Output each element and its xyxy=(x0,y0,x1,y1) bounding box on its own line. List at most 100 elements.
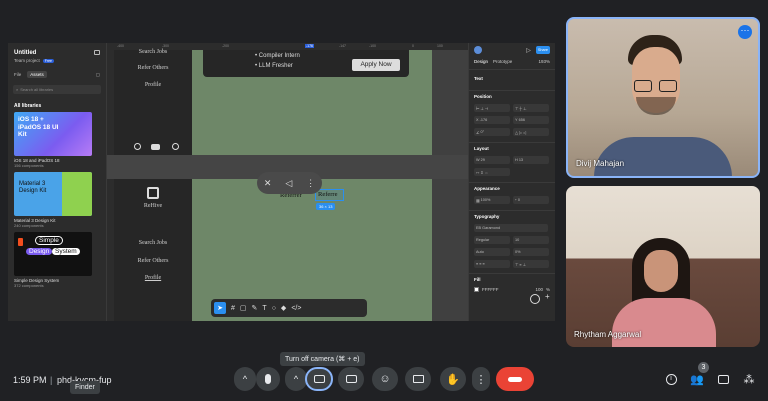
align-left-icon[interactable]: ⊢ ⊥ ⊣ xyxy=(474,104,510,112)
letter-spacing-field[interactable]: 0% xyxy=(513,248,549,256)
mic-button[interactable] xyxy=(256,367,280,391)
dev-mode-icon[interactable]: </> xyxy=(291,305,301,312)
corner-radius-field[interactable]: ⌜ 0 xyxy=(513,196,549,204)
present-button[interactable] xyxy=(405,367,431,391)
referee-label: Referre xyxy=(318,191,338,198)
present-screen-icon xyxy=(412,375,424,383)
mic-off-icon[interactable]: ✕ xyxy=(264,178,272,189)
meeting-time: 1:59 PM xyxy=(13,375,47,385)
file-title[interactable]: Untitled xyxy=(14,50,36,56)
font-size-field[interactable]: 10 xyxy=(513,236,549,244)
participant-tile[interactable]: ··· Divij Mahajan xyxy=(566,17,760,178)
vertical-align-icons[interactable]: ⊤ ≡ ⊥ xyxy=(513,260,549,268)
sidebar-frame-top[interactable]: Search Jobs Refer Others Profile xyxy=(114,49,192,155)
library-name: iOS 18 and iPadOS 18 xyxy=(14,158,60,163)
tab-design[interactable]: Design xyxy=(474,59,488,64)
chevron-up-icon: ^ xyxy=(242,374,248,384)
end-call-button[interactable] xyxy=(496,367,534,391)
audio-options-button[interactable]: ^ xyxy=(234,367,256,391)
tab-prototype[interactable]: Prototype xyxy=(493,59,512,64)
library-card-material[interactable]: Material 3 Design Kit xyxy=(14,172,92,216)
zoom-level[interactable]: 193% xyxy=(538,59,550,64)
activities-button[interactable]: ⁂ xyxy=(741,371,757,387)
people-icon: 👥 xyxy=(690,373,704,386)
participant-shirt xyxy=(612,298,716,347)
library-name: Simple Design System xyxy=(14,278,60,283)
library-search-input[interactable]: ⌕ Search all libraries xyxy=(13,85,101,94)
shared-screen: Untitled Team project Free File Assets ▢… xyxy=(8,43,555,321)
video-options-button[interactable]: ^ xyxy=(285,367,307,391)
reactions-button[interactable]: ☺ xyxy=(372,367,398,391)
tab-file[interactable]: File xyxy=(14,72,21,78)
camera-button[interactable] xyxy=(305,367,333,391)
figma-canvas[interactable]: -400 -300 -200 -176 -147 -100 0 100 Sear… xyxy=(107,43,468,321)
fill-hex[interactable]: FFFFFF xyxy=(482,287,499,292)
youtube-icon xyxy=(151,144,160,150)
zoom-in-icon[interactable] xyxy=(530,294,540,304)
book-icon[interactable]: ▢ xyxy=(96,72,100,78)
pen-tool-icon[interactable]: ✎ xyxy=(252,304,258,312)
flip-icons[interactable]: △ ▷ ◁ xyxy=(513,128,549,136)
more-options-icon[interactable]: ··· xyxy=(738,25,752,39)
line-height-field[interactable]: Auto xyxy=(474,248,510,256)
fill-opacity[interactable]: 100 xyxy=(535,287,543,292)
library-card-ios[interactable]: iOS 18 + iPadOS 18 UI Kit xyxy=(14,112,92,156)
rotation-field[interactable]: ∠ 0° xyxy=(474,128,510,136)
chat-icon xyxy=(717,374,729,384)
github-icon xyxy=(172,143,179,150)
job-item: • Compiler Intern xyxy=(255,53,300,59)
selected-text-layer[interactable]: Referre xyxy=(315,189,344,201)
frame-tool-icon[interactable]: # xyxy=(231,305,235,312)
appearance-section-title: Appearance xyxy=(474,186,500,191)
resize-icons[interactable]: ⇿ ⇕ ⇔ xyxy=(474,168,510,176)
components-icon[interactable]: ◆ xyxy=(281,304,286,312)
move-tool-icon[interactable]: ➤ xyxy=(214,302,226,314)
font-family-select[interactable]: EB Garamond xyxy=(474,224,548,232)
tab-assets[interactable]: Assets xyxy=(27,71,47,78)
screen-share-overlay: ✕ ◁ ⋮ xyxy=(257,172,322,194)
camera-icon xyxy=(313,375,325,383)
finder-tooltip: Finder xyxy=(70,381,100,394)
speaker-icon[interactable]: ◁ xyxy=(285,178,292,189)
add-icon[interactable]: + xyxy=(545,292,550,301)
brand-name: ReHive xyxy=(143,203,163,209)
play-icon[interactable]: ▷ xyxy=(526,47,531,54)
library-card-simple[interactable]: Simple Design System xyxy=(14,232,92,276)
comment-tool-icon[interactable]: ○ xyxy=(272,305,276,312)
main-frame-top[interactable]: • Compiler Intern • LLM Fresher Apply No… xyxy=(192,50,432,155)
rectangle-tool-icon[interactable]: ▢ xyxy=(240,304,247,312)
people-button[interactable]: 👥 xyxy=(689,371,705,387)
size-badge: 36 × 13 xyxy=(316,203,336,210)
fill-swatch[interactable] xyxy=(474,287,479,292)
align-top-icon[interactable]: ⊤ ┼ ⊥ xyxy=(513,104,549,112)
meeting-details-button[interactable]: i xyxy=(663,371,679,387)
nav-search-jobs: Search Jobs xyxy=(138,240,168,246)
x-field[interactable]: X -176 xyxy=(474,116,510,124)
typography-section-title: Typography xyxy=(474,214,500,219)
width-field[interactable]: W 29 xyxy=(474,156,510,164)
camera-tooltip: Turn off camera (⌘ + e) xyxy=(280,352,365,366)
more-vertical-icon[interactable]: ⋮ xyxy=(306,178,315,189)
y-field[interactable]: Y 656 xyxy=(513,116,549,124)
height-field[interactable]: H 13 xyxy=(513,156,549,164)
text-tool-icon[interactable]: T xyxy=(262,305,266,312)
font-weight-select[interactable]: Regular xyxy=(474,236,510,244)
share-button[interactable]: Share xyxy=(535,46,550,54)
meet-window: Untitled Team project Free File Assets ▢… xyxy=(0,0,768,401)
text-align-icons[interactable]: ≡ ≡ ≡ xyxy=(474,260,510,268)
captions-button[interactable] xyxy=(338,367,364,391)
opacity-field[interactable]: ▦ 100% xyxy=(474,196,510,204)
library-name: Material 3 Design Kit xyxy=(14,218,56,223)
participant-tile[interactable]: Rhytham Aggarwal xyxy=(566,186,760,347)
captions-icon xyxy=(345,375,357,383)
position-section-title: Position xyxy=(474,94,492,99)
more-options-button[interactable]: ⋮ xyxy=(472,367,490,391)
info-icon: i xyxy=(665,373,677,385)
chat-button[interactable] xyxy=(715,371,731,387)
mic-icon xyxy=(265,374,271,384)
hand-icon: ✋ xyxy=(446,373,460,386)
sidebar-toggle-icon[interactable] xyxy=(94,50,100,55)
raise-hand-button[interactable]: ✋ xyxy=(440,367,466,391)
apply-now-button[interactable]: Apply Now xyxy=(352,59,400,71)
sidebar-frame-bottom[interactable]: ReHive Search Jobs Refer Others Profile xyxy=(114,179,192,321)
